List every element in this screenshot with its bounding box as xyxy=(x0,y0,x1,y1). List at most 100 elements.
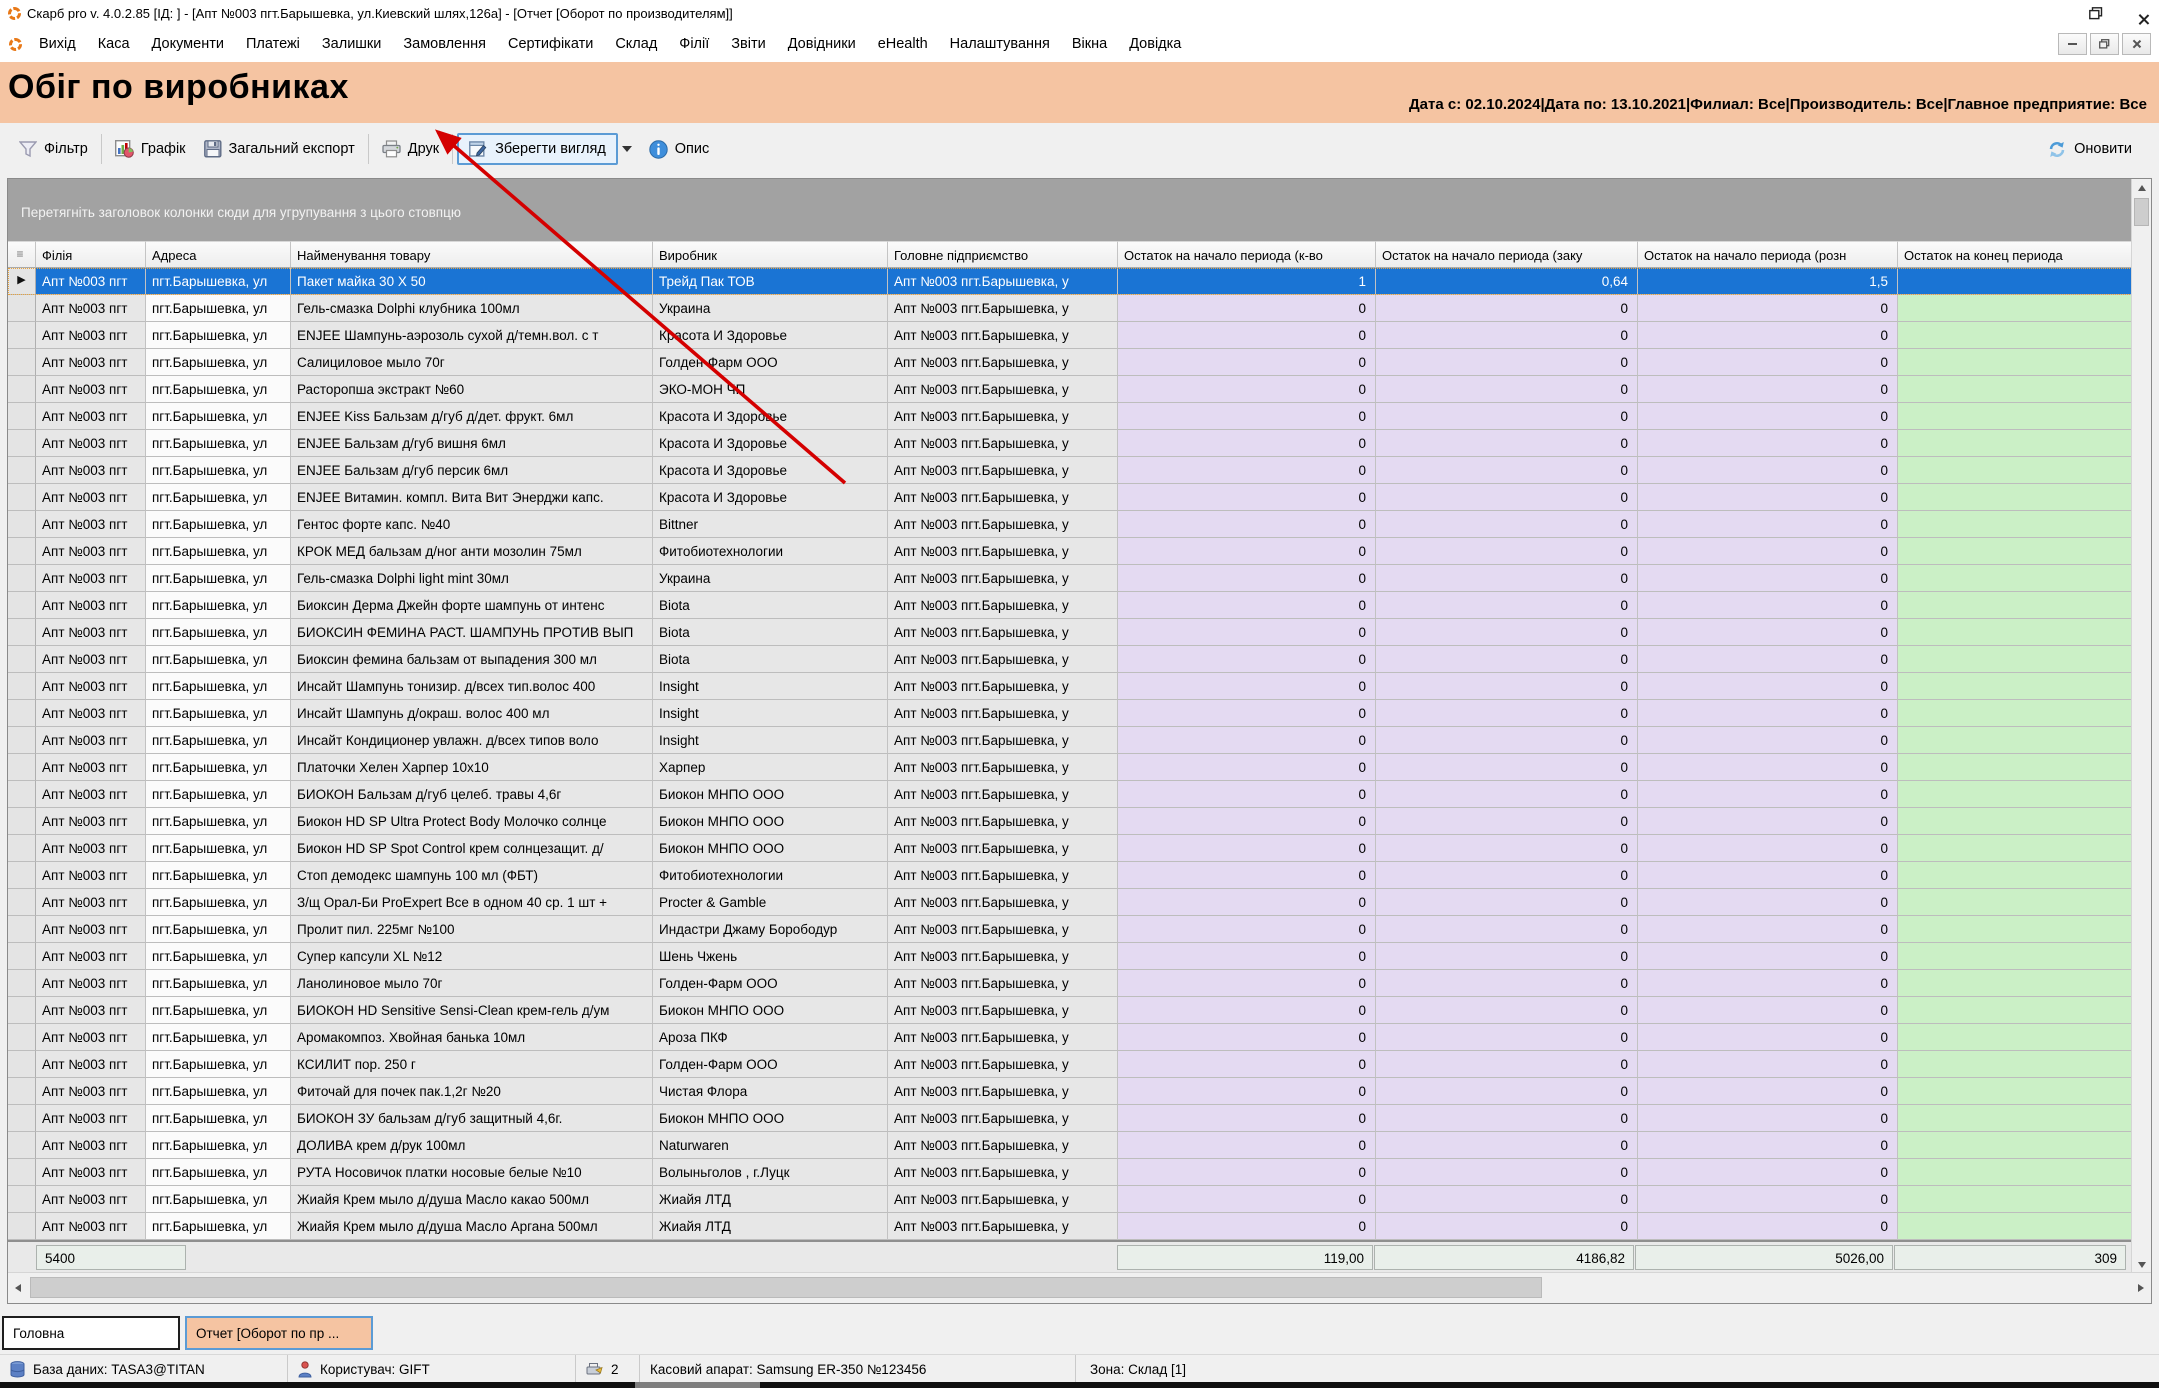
table-row[interactable]: Апт №003 пгтпгт.Барышевка, улENJEE Kiss … xyxy=(8,403,2132,430)
table-row[interactable]: Апт №003 пгтпгт.Барышевка, улГентос форт… xyxy=(8,511,2132,538)
scroll-down-button[interactable] xyxy=(2132,1256,2151,1273)
save-view-dropdown-arrow[interactable] xyxy=(622,146,632,152)
table-row[interactable]: Апт №003 пгтпгт.Барышевка, улФиточай для… xyxy=(8,1078,2132,1105)
menu-item[interactable]: Платежі xyxy=(235,30,311,58)
save-view-button[interactable]: Зберегти вигляд xyxy=(457,133,618,165)
table-row[interactable]: Апт №003 пгтпгт.Барышевка, улЗ/щ Орал-Би… xyxy=(8,889,2132,916)
horizontal-scrollbar[interactable] xyxy=(8,1272,2151,1303)
chart-button[interactable]: Графік xyxy=(106,134,195,164)
column-header[interactable]: Остаток на начало периода (розн xyxy=(1638,241,1898,268)
mdi-restore-button[interactable] xyxy=(2090,33,2119,55)
mdi-minimize-button[interactable] xyxy=(2058,33,2087,55)
table-row[interactable]: Апт №003 пгтпгт.Барышевка, улБиокон HD S… xyxy=(8,835,2132,862)
menu-item[interactable]: Налаштування xyxy=(939,30,1061,58)
restore-button[interactable] xyxy=(2089,7,2103,20)
cell-balance-end xyxy=(1898,349,2132,376)
table-row[interactable]: Апт №003 пгтпгт.Барышевка, улРасторопша … xyxy=(8,376,2132,403)
table-row[interactable]: Апт №003 пгтпгт.Барышевка, улПлаточки Хе… xyxy=(8,754,2132,781)
table-row[interactable]: Апт №003 пгтпгт.Барышевка, улСтоп демоде… xyxy=(8,862,2132,889)
status-database: База даних: TASA3@TITAN xyxy=(0,1355,288,1383)
column-header[interactable]: Остаток на начало периода (заку xyxy=(1376,241,1638,268)
menu-item[interactable]: Замовлення xyxy=(392,30,497,58)
filter-button[interactable]: Фільтр xyxy=(10,135,97,164)
table-row[interactable]: Апт №003 пгтпгт.Барышевка, улЖиайя Крем … xyxy=(8,1213,2132,1240)
column-header[interactable]: Остаток на конец периода xyxy=(1898,241,2132,268)
column-header[interactable]: Остаток на начало периода (к-во xyxy=(1118,241,1376,268)
column-header[interactable]: Адреса xyxy=(146,241,291,268)
table-row[interactable]: Апт №003 пгтпгт.Барышевка, улКСИЛИТ пор.… xyxy=(8,1051,2132,1078)
summary-spacer xyxy=(187,1242,1117,1273)
print-button[interactable]: Друк xyxy=(373,134,448,164)
table-row[interactable]: Апт №003 пгтпгт.Барышевка, улБиокон HD S… xyxy=(8,808,2132,835)
table-row[interactable]: Апт №003 пгтпгт.Барышевка, улГель-смазка… xyxy=(8,295,2132,322)
menu-item[interactable]: Каса xyxy=(87,30,141,58)
cell-balance-end xyxy=(1898,565,2132,592)
menu-item[interactable]: Склад xyxy=(604,30,668,58)
scroll-right-button[interactable] xyxy=(2131,1273,2151,1302)
column-header[interactable]: Виробник xyxy=(653,241,888,268)
column-header[interactable]: Головне підприємство xyxy=(888,241,1118,268)
cell-manufacturer: Голден-Фарм ООО xyxy=(653,970,888,997)
table-row[interactable]: Апт №003 пгтпгт.Барышевка, улПролит пил.… xyxy=(8,916,2132,943)
refresh-button[interactable]: Оновити xyxy=(2038,134,2141,165)
table-row[interactable]: Апт №003 пгтпгт.Барышевка, улБиоксин Дер… xyxy=(8,592,2132,619)
menu-item[interactable]: eHealth xyxy=(867,30,939,58)
row-indicator-cell xyxy=(8,754,36,781)
group-by-panel[interactable]: Перетягніть заголовок колонки сюди для у… xyxy=(8,179,2151,241)
cell-balance-start-retail: 0 xyxy=(1638,403,1898,430)
column-header[interactable]: Найменування товару xyxy=(291,241,653,268)
horizontal-scroll-thumb[interactable] xyxy=(30,1277,1542,1298)
cell-balance-start-purchase: 0 xyxy=(1376,538,1638,565)
table-row[interactable]: Апт №003 пгтпгт.Барышевка, улБИОКОН ЗУ б… xyxy=(8,1105,2132,1132)
table-row[interactable]: Апт №003 пгтпгт.Барышевка, улАромакомпоз… xyxy=(8,1024,2132,1051)
cell-balance-start-retail: 0 xyxy=(1638,511,1898,538)
scroll-up-button[interactable] xyxy=(2132,179,2151,196)
table-row[interactable]: Апт №003 пгтпгт.Барышевка, улБИОКСИН ФЕМ… xyxy=(8,619,2132,646)
table-row[interactable]: ▶Апт №003 пгтпгт.Барышевка, улПакет майк… xyxy=(8,268,2132,295)
menu-item[interactable]: Залишки xyxy=(311,30,392,58)
mdi-close-button[interactable] xyxy=(2122,33,2151,55)
menu-item[interactable]: Вікна xyxy=(1061,30,1118,58)
menu-item[interactable]: Довідники xyxy=(777,30,867,58)
table-row[interactable]: Апт №003 пгтпгт.Барышевка, улENJEE Витам… xyxy=(8,484,2132,511)
menu-item[interactable]: Довідка xyxy=(1118,30,1192,58)
table-row[interactable]: Апт №003 пгтпгт.Барышевка, улКРОК МЕД ба… xyxy=(8,538,2132,565)
table-row[interactable]: Апт №003 пгтпгт.Барышевка, улЛанолиновое… xyxy=(8,970,2132,997)
table-row[interactable]: Апт №003 пгтпгт.Барышевка, улДОЛИВА крем… xyxy=(8,1132,2132,1159)
table-row[interactable]: Апт №003 пгтпгт.Барышевка, улENJEE Бальз… xyxy=(8,430,2132,457)
cell-manufacturer: Bittner xyxy=(653,511,888,538)
refresh-icon xyxy=(2047,140,2067,159)
table-row[interactable]: Апт №003 пгтпгт.Барышевка, улБиоксин фем… xyxy=(8,646,2132,673)
table-row[interactable]: Апт №003 пгтпгт.Барышевка, улСалициловое… xyxy=(8,349,2132,376)
table-row[interactable]: Апт №003 пгтпгт.Барышевка, улРУТА Носови… xyxy=(8,1159,2132,1186)
table-row[interactable]: Апт №003 пгтпгт.Барышевка, улЖиайя Крем … xyxy=(8,1186,2132,1213)
table-row[interactable]: Апт №003 пгтпгт.Барышевка, улИнсайт Конд… xyxy=(8,727,2132,754)
table-row[interactable]: Апт №003 пгтпгт.Барышевка, улENJEE Бальз… xyxy=(8,457,2132,484)
tab-home[interactable]: Головна xyxy=(2,1316,180,1350)
description-button[interactable]: Опис xyxy=(640,134,718,165)
table-row[interactable]: Апт №003 пгтпгт.Барышевка, улБИОКОН Баль… xyxy=(8,781,2132,808)
table-row[interactable]: Апт №003 пгтпгт.Барышевка, улБИОКОН HD S… xyxy=(8,997,2132,1024)
menu-item[interactable]: Документи xyxy=(141,30,235,58)
menu-item[interactable]: Філії xyxy=(668,30,720,58)
vertical-scrollbar[interactable] xyxy=(2131,179,2151,1273)
cell-balance-start-qty: 0 xyxy=(1118,538,1376,565)
menu-item[interactable]: Сертифікати xyxy=(497,30,604,58)
table-row[interactable]: Апт №003 пгтпгт.Барышевка, улИнсайт Шамп… xyxy=(8,700,2132,727)
cell-filia: Апт №003 пгт xyxy=(36,1132,146,1159)
table-row[interactable]: Апт №003 пгтпгт.Барышевка, улENJEE Шампу… xyxy=(8,322,2132,349)
cell-balance-start-retail: 0 xyxy=(1638,889,1898,916)
scroll-left-button[interactable] xyxy=(8,1273,28,1302)
cell-product: РУТА Носовичок платки носовые белые №10 xyxy=(291,1159,653,1186)
export-button[interactable]: Загальний експорт xyxy=(195,134,364,164)
column-header[interactable]: Філія xyxy=(36,241,146,268)
menu-item[interactable]: Вихід xyxy=(28,30,87,58)
tab-report[interactable]: Отчет [Оборот по пр ... xyxy=(185,1316,373,1350)
vertical-scroll-thumb[interactable] xyxy=(2134,198,2149,226)
table-row[interactable]: Апт №003 пгтпгт.Барышевка, улГель-смазка… xyxy=(8,565,2132,592)
cell-main-enterprise: Апт №003 пгт.Барышевка, у xyxy=(888,592,1118,619)
menu-item[interactable]: Звіти xyxy=(720,30,776,58)
table-row[interactable]: Апт №003 пгтпгт.Барышевка, улИнсайт Шамп… xyxy=(8,673,2132,700)
table-row[interactable]: Апт №003 пгтпгт.Барышевка, улСупер капсу… xyxy=(8,943,2132,970)
cell-address: пгт.Барышевка, ул xyxy=(146,808,291,835)
